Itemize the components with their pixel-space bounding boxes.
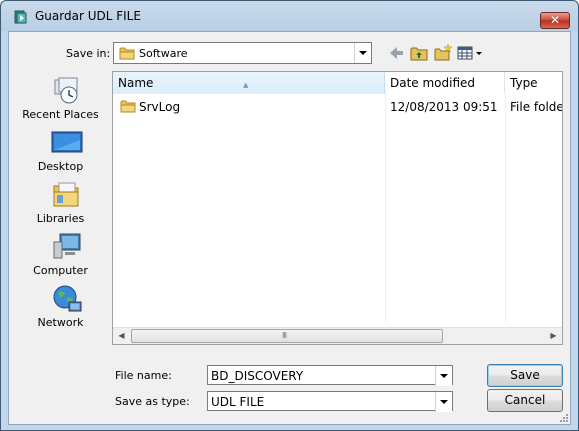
window-title: Guardar UDL FILE: [35, 9, 141, 23]
file-name-combo[interactable]: BD_DISCOVERY: [207, 365, 453, 386]
sort-ascending-icon: ▲: [243, 81, 249, 89]
column-headers: Name ▲ Date modified Type: [113, 72, 562, 94]
scroll-right-icon[interactable]: ▶: [545, 328, 562, 344]
places-bar: Recent Places Desktop Libraries Computer…: [14, 70, 107, 350]
new-folder-icon[interactable]: [433, 43, 453, 63]
row-name: SrvLog: [139, 100, 181, 114]
row-date: 12/08/2013 09:51 a...: [390, 100, 502, 114]
cancel-button[interactable]: Cancel: [487, 389, 563, 412]
place-label: Libraries: [36, 212, 85, 225]
file-list[interactable]: Name ▲ Date modified Type SrvLog 12/08/2: [112, 71, 563, 345]
place-desktop[interactable]: Desktop: [14, 126, 107, 178]
close-icon: ✕: [549, 13, 561, 27]
column-divider: [385, 94, 386, 322]
place-label: Computer: [33, 264, 88, 277]
save-button[interactable]: Save: [487, 364, 563, 387]
recent-places-icon: [54, 77, 78, 104]
scroll-grip: III: [282, 331, 287, 340]
close-button[interactable]: ✕: [540, 12, 570, 29]
place-recent-places[interactable]: Recent Places: [14, 74, 107, 126]
scroll-left-icon[interactable]: ◀: [113, 328, 130, 344]
place-label: Network: [37, 316, 84, 329]
resize-grip-icon[interactable]: [557, 411, 569, 423]
table-row[interactable]: SrvLog 12/08/2013 09:51 a... File folder: [113, 96, 562, 116]
desktop-icon: [51, 131, 83, 153]
place-network[interactable]: Network: [14, 282, 107, 334]
back-icon[interactable]: [387, 43, 405, 63]
save-as-type-dropdown[interactable]: UDL FILE: [207, 391, 453, 412]
save-in-label: Save in:: [66, 47, 111, 60]
column-divider: [505, 94, 506, 322]
place-label: Recent Places: [22, 108, 99, 121]
save-in-value: Software: [139, 47, 188, 60]
save-as-type-value: UDL FILE: [211, 395, 265, 409]
chevron-down-icon[interactable]: [354, 43, 371, 63]
column-header-name[interactable]: Name ▲: [113, 72, 385, 94]
computer-icon: [53, 233, 81, 259]
row-type: File folder: [510, 100, 562, 114]
column-header-type[interactable]: Type: [505, 72, 562, 94]
app-icon: [14, 10, 27, 24]
place-libraries[interactable]: Libraries: [14, 178, 107, 230]
folder-icon: [120, 100, 136, 113]
place-computer[interactable]: Computer: [14, 230, 107, 282]
horizontal-scrollbar[interactable]: ◀ III ▶: [113, 327, 562, 344]
title-bar[interactable]: Guardar UDL FILE ✕: [1, 1, 578, 31]
up-folder-icon[interactable]: [409, 43, 429, 63]
dialog-client-area: Save in: Software Recent Places Desktop …: [8, 31, 571, 425]
file-name-value[interactable]: BD_DISCOVERY: [211, 369, 303, 383]
chevron-down-icon[interactable]: [435, 366, 452, 386]
libraries-icon: [53, 182, 79, 207]
column-header-date[interactable]: Date modified: [385, 72, 505, 94]
views-menu-icon[interactable]: [455, 43, 485, 63]
folder-icon: [119, 47, 135, 60]
column-header-label: Name: [118, 76, 154, 90]
save-in-dropdown[interactable]: Software: [113, 42, 372, 64]
scrollbar-thumb[interactable]: III: [131, 329, 443, 343]
save-as-type-label: Save as type:: [115, 395, 190, 408]
network-icon: [53, 285, 82, 312]
place-label: Desktop: [37, 160, 84, 173]
save-dialog-window: Guardar UDL FILE ✕ Save in: Software Rec…: [0, 0, 579, 431]
file-name-label: File name:: [115, 369, 172, 382]
chevron-down-icon[interactable]: [435, 392, 452, 412]
column-header-label: Type: [510, 76, 538, 90]
column-header-label: Date modified: [390, 76, 476, 90]
